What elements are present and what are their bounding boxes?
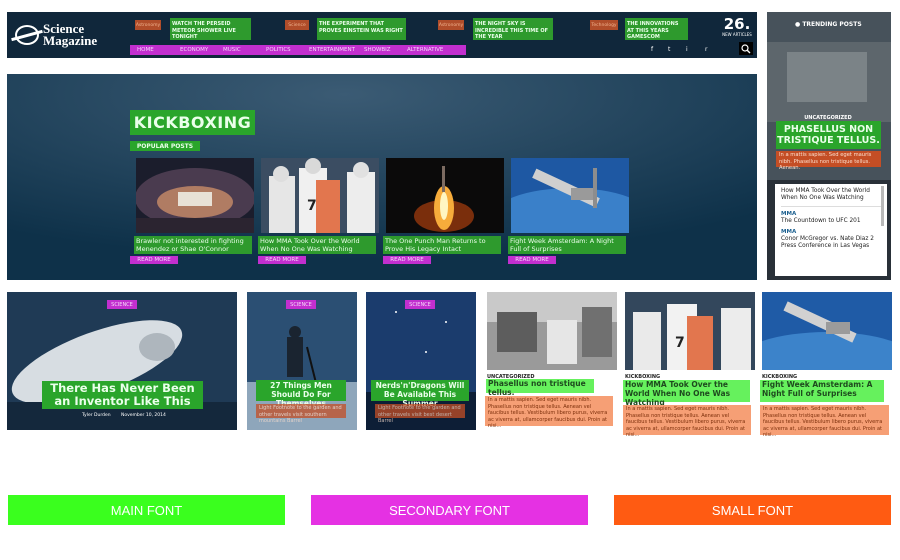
post-excerpt: In a mattis sapien. Sed eget mauris nibh… [760, 405, 889, 438]
post-title[interactable]: How MMA Took Over the World When No One … [623, 380, 750, 407]
post-thumbnail[interactable] [386, 158, 504, 233]
ticker-headline[interactable]: THE INNOVATIONS AT THIS YEARS GAMESCOM [625, 18, 688, 40]
ticker-category[interactable]: Technology [590, 20, 618, 30]
lab-image [487, 292, 617, 370]
kickboxing-hero [7, 74, 757, 280]
nav-item-entertainment[interactable]: ENTERTAINMENT [309, 47, 364, 53]
space-station-image [511, 158, 629, 233]
card-category[interactable]: SCIENCE [286, 300, 316, 309]
trending-title[interactable]: PHASELLUS NON TRISTIQUE TELLUS. [776, 121, 881, 149]
card-excerpt: Light Footnote to the garden and other t… [375, 404, 465, 424]
post-title[interactable]: Phasellus non tristique tellus. [486, 379, 594, 397]
card-title[interactable]: 27 Things Men Should Do For Themselves [256, 380, 346, 408]
logo-line2: Magazine [43, 33, 98, 48]
ticker-headline[interactable]: THE EXPERIMENT THAT PROVES EINSTEIN WAS … [317, 18, 406, 40]
legend-small-font: SMALL FONT [614, 495, 891, 525]
rss-icon[interactable]: r [705, 46, 707, 53]
post-thumbnail[interactable] [136, 158, 254, 233]
trending-list: How MMA Took Over the World When No One … [775, 184, 887, 276]
post-thumbnail[interactable] [487, 292, 617, 370]
post-thumbnail[interactable] [762, 292, 892, 370]
post-caption[interactable]: Fight Week Amsterdam: A Night Full of Su… [508, 236, 626, 254]
section-title: KICKBOXING [130, 110, 255, 135]
facebook-icon[interactable]: f [651, 46, 653, 53]
post-caption[interactable]: The One Punch Man Returns to Prove His L… [383, 236, 501, 254]
page: { "header": { "logo_line1": "Science", "… [0, 0, 900, 560]
ticker-headline[interactable]: THE NIGHT SKY IS INCREDIBLE THIS TIME OF… [473, 18, 553, 40]
instagram-icon[interactable]: i [686, 46, 688, 53]
nav-item-showbiz[interactable]: SHOWBIZ [364, 47, 407, 53]
svg-text:7: 7 [675, 335, 685, 351]
nav-item-home[interactable]: HOME [137, 47, 180, 53]
spaceship-image [7, 292, 237, 430]
rocket-launch-image [386, 158, 504, 233]
legend-secondary-font: SECONDARY FONT [311, 495, 588, 525]
search-button[interactable] [739, 42, 753, 55]
trending-excerpt: In a mattis sapien. Sed eget mauris nibh… [776, 151, 881, 171]
twitter-icon[interactable]: t [668, 46, 670, 53]
post-caption[interactable]: Brawler not interested in fighting Menen… [134, 236, 252, 254]
list-item[interactable]: How MMA Took Over the World When No One … [781, 188, 881, 202]
post-excerpt: In a mattis sapien. Sed eget mauris nibh… [623, 405, 751, 438]
post-excerpt: In a mattis sapien. Sed eget mauris nibh… [485, 396, 613, 429]
card-category[interactable]: SCIENCE [107, 300, 137, 309]
list-item-category[interactable]: MMA [781, 229, 881, 236]
card-author[interactable]: Tyler Durden [82, 413, 111, 418]
list-item[interactable]: The Countdown to UFC 201 [781, 218, 881, 225]
ticker-category[interactable]: Astronomy [135, 20, 161, 30]
read-more-button[interactable]: READ MORE [130, 256, 178, 264]
read-more-button[interactable]: READ MORE [258, 256, 306, 264]
divider [781, 206, 881, 207]
ticker-category[interactable]: Science [285, 20, 309, 30]
card-date: November 10, 2014 [121, 413, 166, 418]
nav-item-alternative[interactable]: ALTERNATIVE [407, 47, 450, 53]
featured-card[interactable] [7, 292, 237, 430]
post-thumbnail[interactable]: 7 [261, 158, 379, 233]
card-category[interactable]: SCIENCE [405, 300, 435, 309]
arena-image [136, 158, 254, 233]
post-thumbnail[interactable]: 7 [625, 292, 755, 370]
trending-label: ● TRENDING POSTS [795, 21, 862, 28]
ticker-headline[interactable]: WATCH THE PERSEID METEOR SHOWER LIVE TON… [170, 18, 251, 40]
trending-label-text: TRENDING POSTS [802, 21, 862, 28]
post-thumbnail[interactable] [511, 158, 629, 233]
post-caption[interactable]: How MMA Took Over the World When No One … [258, 236, 376, 254]
card-title[interactable]: There Has Never Been an Inventor Like Th… [42, 381, 203, 409]
read-more-button[interactable]: READ MORE [383, 256, 431, 264]
read-more-button[interactable]: READ MORE [508, 256, 556, 264]
articles-caption: NEW ARTICLES [722, 32, 752, 37]
nav-item-economy[interactable]: ECONOMY [180, 47, 223, 53]
new-articles-counter: 26. NEW ARTICLES [720, 15, 754, 38]
list-scrollbar[interactable] [881, 186, 884, 226]
post-title[interactable]: Fight Week Amsterdam: A Night Full of Su… [760, 380, 884, 402]
site-logo[interactable]: Science Magazine [15, 20, 127, 50]
articles-count: 26. [723, 15, 751, 33]
popular-posts-label: POPULAR POSTS [130, 141, 200, 151]
space-station-image [762, 292, 892, 370]
nav-item-music[interactable]: MUSIC [223, 47, 266, 53]
main-nav: HOME ECONOMY MUSIC POLITICS ENTERTAINMEN… [130, 45, 466, 55]
card-title[interactable]: Nerds'n'Dragons Will Be Available This S… [371, 380, 469, 408]
list-item[interactable]: Conor McGregor vs. Nate Diaz 2 Press Con… [781, 236, 881, 250]
legend-main-font: MAIN FONT [8, 495, 285, 525]
list-item-category[interactable]: MMA [781, 211, 881, 218]
logo-icon [15, 25, 39, 45]
astronauts-image: 7 [625, 292, 755, 370]
search-icon [741, 44, 751, 54]
card-excerpt: Light Footnote to the garden and other t… [256, 404, 346, 424]
astronauts-image: 7 [261, 158, 379, 233]
hero-background [7, 74, 757, 280]
ticker-category[interactable]: Astronomy [438, 20, 464, 30]
svg-text:7: 7 [307, 198, 317, 214]
nav-item-politics[interactable]: POLITICS [266, 47, 309, 53]
